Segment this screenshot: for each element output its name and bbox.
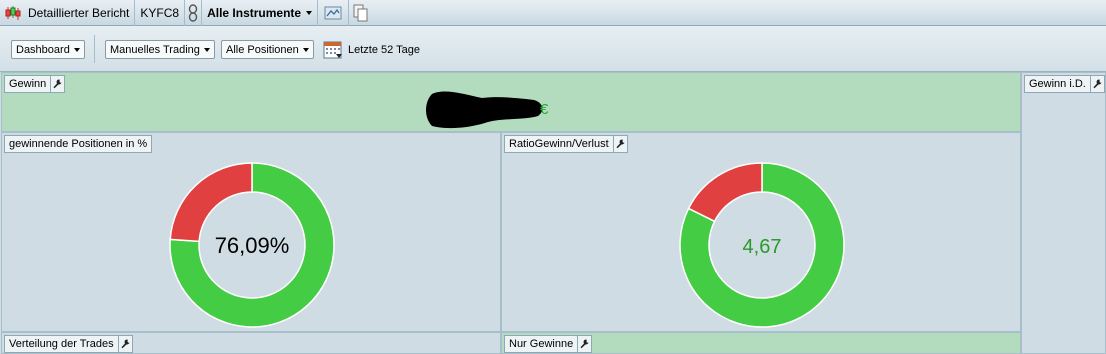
candlestick-icon (4, 5, 22, 21)
chevron-down-icon (306, 10, 313, 15)
loss-slice (687, 162, 763, 223)
image-icon (324, 5, 342, 21)
calendar-icon[interactable] (323, 40, 343, 63)
report-label: Detaillierter Bericht (28, 5, 130, 20)
only-wins-panel-title: Nur Gewinne (509, 338, 574, 350)
only-wins-panel-header: Nur Gewinne (504, 335, 593, 353)
winning-positions-donut-chart: 76,09% (169, 162, 335, 328)
positions-dropdown[interactable]: Alle Positionen (221, 40, 314, 59)
chevron-down-icon (73, 47, 80, 52)
ratio-donut-chart: 4,67 (679, 162, 845, 328)
donut-center-value: 4,67 (743, 236, 782, 258)
gewinn-id-panel-title: Gewinn i.D. (1029, 78, 1086, 90)
currency-symbol: € (540, 101, 549, 118)
instruments-label: Alle Instrumente (207, 5, 302, 20)
redacted-value (426, 91, 543, 129)
donut-center-value: 76,09% (215, 233, 290, 258)
trading-dropdown[interactable]: Manuelles Trading (105, 40, 215, 59)
account-id: KYFC8 (140, 5, 180, 20)
loss-slice (169, 162, 253, 243)
copy-button[interactable] (349, 0, 373, 26)
chevron-down-icon (203, 47, 210, 52)
period-label: Letzte 52 Tage (348, 44, 420, 56)
winning-positions-panel: gewinnende Positionen in % 76,09% (1, 132, 501, 332)
positions-label: Alle Positionen (226, 43, 299, 56)
wrench-icon[interactable] (577, 336, 591, 352)
wrench-icon[interactable] (1089, 76, 1104, 92)
gewinn-id-panel-header: Gewinn i.D. (1024, 75, 1105, 93)
toolbar-divider (94, 35, 95, 63)
link-icon (188, 3, 198, 22)
gewinn-id-panel: Gewinn i.D. (1021, 72, 1106, 354)
ratio-panel-header: RatioGewinn/Verlust (504, 135, 628, 153)
image-export-button[interactable] (318, 0, 350, 26)
wrench-icon[interactable] (50, 76, 64, 92)
chevron-down-icon (302, 47, 309, 52)
wrench-icon[interactable] (612, 136, 627, 152)
account-selector[interactable]: KYFC8 (135, 0, 186, 26)
ratio-panel: RatioGewinn/Verlust 4,67 (501, 132, 1021, 332)
distribution-panel-header: Verteilung der Trades (4, 335, 133, 353)
wrench-icon[interactable] (117, 336, 132, 352)
gewinn-panel-title: Gewinn (9, 78, 47, 90)
title-bar: Detaillierter Bericht KYFC8 Alle Instrum… (0, 0, 1106, 26)
trading-label: Manuelles Trading (110, 43, 200, 56)
winning-positions-panel-header: gewinnende Positionen in % (4, 135, 153, 153)
distribution-panel-title: Verteilung der Trades (9, 338, 114, 350)
report-tab[interactable]: Detaillierter Bericht (0, 0, 136, 26)
toolbar: Dashboard Manuelles Trading Alle Positio… (0, 26, 1106, 72)
ratio-panel-title: RatioGewinn/Verlust (509, 138, 609, 150)
instruments-dropdown[interactable]: Alle Instrumente (202, 0, 319, 26)
dashboard-label: Dashboard (16, 43, 70, 56)
dashboard-dropdown[interactable]: Dashboard (11, 40, 85, 59)
link-toggle[interactable] (185, 0, 203, 26)
distribution-panel: Verteilung der Trades (1, 332, 501, 354)
copy-icon (353, 4, 369, 22)
gewinn-panel-header: Gewinn (4, 75, 66, 93)
winning-positions-panel-title: gewinnende Positionen in % (9, 138, 148, 150)
only-wins-panel: Nur Gewinne (501, 332, 1021, 354)
